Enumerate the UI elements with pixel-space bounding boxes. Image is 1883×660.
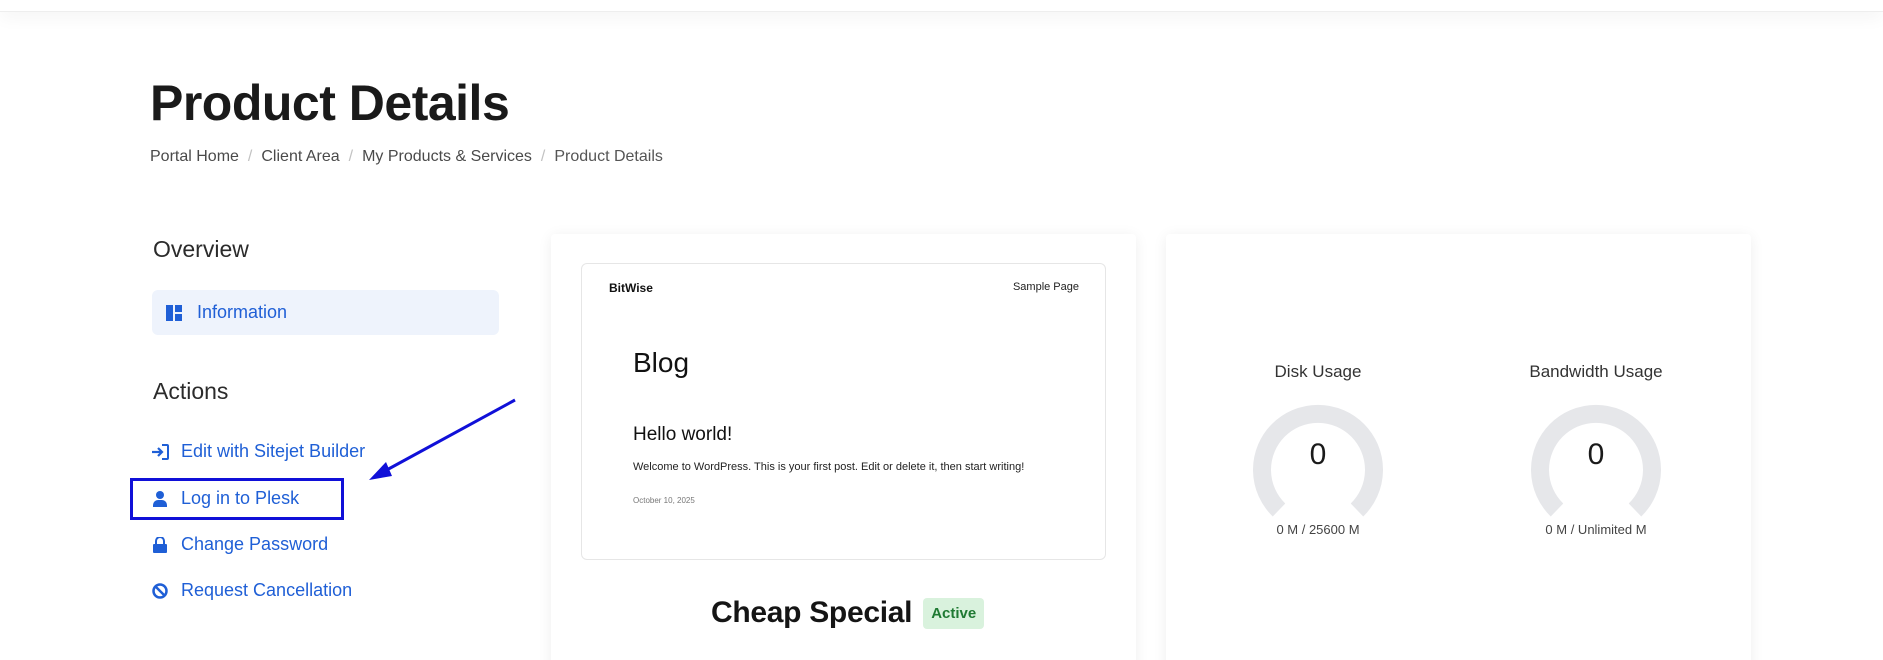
preview-post-date: October 10, 2025 xyxy=(633,496,695,505)
ban-icon xyxy=(151,582,169,600)
preview-nav-link: Sample Page xyxy=(1012,281,1079,293)
breadcrumb-portal-home[interactable]: Portal Home xyxy=(150,148,239,166)
bandwidth-usage-amount: 0 M / Unlimited M xyxy=(1545,522,1647,537)
disk-usage-gauge: 0 xyxy=(1248,402,1388,522)
product-header: Cheap Special Active xyxy=(711,596,985,630)
bandwidth-usage-value: 0 xyxy=(1587,438,1605,471)
breadcrumb-separator: / xyxy=(247,148,253,165)
page-title: Product Details xyxy=(150,75,510,131)
overview-heading: Overview xyxy=(153,236,249,262)
preview-heading: Blog xyxy=(633,347,690,378)
sidebar-item-label: Information xyxy=(197,302,288,322)
breadcrumb-product-details: Product Details xyxy=(554,148,663,165)
annotation-highlight-box xyxy=(130,478,344,520)
disk-usage-value: 0 xyxy=(1309,438,1327,471)
lock-icon xyxy=(151,536,169,554)
website-preview[interactable]: BitWise Sample Page Blog Hello world! We… xyxy=(581,263,1106,560)
dashboard-icon xyxy=(166,304,182,321)
change-password-link[interactable]: Change Password xyxy=(151,534,328,555)
status-badge: Active xyxy=(923,597,985,629)
preview-post-excerpt: Welcome to WordPress. This is your first… xyxy=(633,461,1025,473)
sign-in-icon xyxy=(151,443,169,461)
product-name: Cheap Special xyxy=(711,596,913,629)
top-navbar xyxy=(0,0,1883,12)
disk-usage: Disk Usage 0 0 M / 25600 M xyxy=(1208,362,1428,537)
action-label: Change Password xyxy=(181,534,329,554)
actions-heading: Actions xyxy=(153,378,229,404)
action-label: Edit with Sitejet Builder xyxy=(181,441,366,461)
action-label: Request Cancellation xyxy=(181,580,353,600)
bandwidth-usage-gauge: 0 xyxy=(1526,402,1666,522)
breadcrumb: Portal Home / Client Area / My Products … xyxy=(150,148,663,166)
disk-usage-amount: 0 M / 25600 M xyxy=(1276,522,1360,537)
breadcrumb-my-products[interactable]: My Products & Services xyxy=(362,148,532,166)
disk-usage-label: Disk Usage xyxy=(1274,362,1362,381)
breadcrumb-separator: / xyxy=(540,148,546,165)
preview-brand: BitWise xyxy=(609,281,653,295)
sidebar-item-information[interactable]: Information xyxy=(152,290,499,335)
edit-sitejet-link[interactable]: Edit with Sitejet Builder xyxy=(151,441,365,462)
breadcrumb-separator: / xyxy=(348,148,354,165)
breadcrumb-client-area[interactable]: Client Area xyxy=(261,148,339,166)
bandwidth-usage-label: Bandwidth Usage xyxy=(1529,362,1663,381)
request-cancellation-link[interactable]: Request Cancellation xyxy=(151,580,352,601)
preview-post-title: Hello world! xyxy=(633,424,733,445)
bandwidth-usage: Bandwidth Usage 0 0 M / Unlimited M xyxy=(1486,362,1706,537)
